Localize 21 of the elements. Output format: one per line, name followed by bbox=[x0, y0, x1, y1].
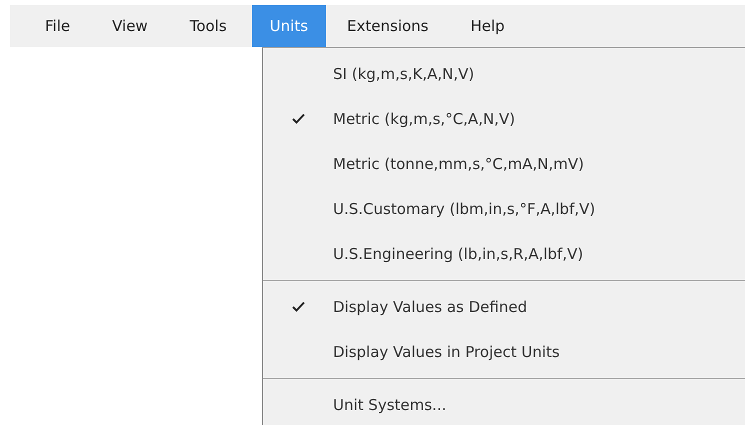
menu-item[interactable]: Metric (tonne,mm,s,°C,mA,N,mV) bbox=[263, 141, 745, 186]
menu-item-label: SI (kg,m,s,K,A,N,V) bbox=[333, 64, 474, 82]
menu-title[interactable]: File bbox=[28, 5, 88, 47]
menu-item-label: U.S.Customary (lbm,in,s,°F,A,lbf,V) bbox=[333, 200, 596, 218]
menu-item-label: Unit Systems... bbox=[333, 396, 446, 414]
menu-title[interactable]: Extensions bbox=[330, 5, 446, 47]
menu-item[interactable]: Display Values as Defined bbox=[263, 284, 745, 329]
menu-title[interactable]: View bbox=[95, 5, 165, 47]
menu-item-label: U.S.Engineering (lb,in,s,R,A,lbf,V) bbox=[333, 244, 584, 262]
menu-item-label: Metric (tonne,mm,s,°C,mA,N,mV) bbox=[333, 154, 584, 172]
menu-title[interactable]: Help bbox=[453, 5, 522, 47]
menu-item[interactable]: U.S.Customary (lbm,in,s,°F,A,lbf,V) bbox=[263, 186, 745, 231]
menu-title[interactable]: Tools bbox=[172, 5, 244, 47]
menu-item[interactable]: Display Values in Project Units bbox=[263, 329, 745, 374]
menu-item[interactable]: U.S.Engineering (lb,in,s,R,A,lbf,V) bbox=[263, 231, 745, 276]
menu-item-label: Metric (kg,m,s,°C,A,N,V) bbox=[333, 110, 516, 128]
menu-item[interactable]: Metric (kg,m,s,°C,A,N,V) bbox=[263, 96, 745, 141]
menu-item-label: Display Values as Defined bbox=[333, 298, 528, 316]
menu-item[interactable]: SI (kg,m,s,K,A,N,V) bbox=[263, 51, 745, 96]
menu-item-label: Display Values in Project Units bbox=[333, 342, 560, 360]
menu-item[interactable]: Unit Systems... bbox=[263, 382, 745, 425]
